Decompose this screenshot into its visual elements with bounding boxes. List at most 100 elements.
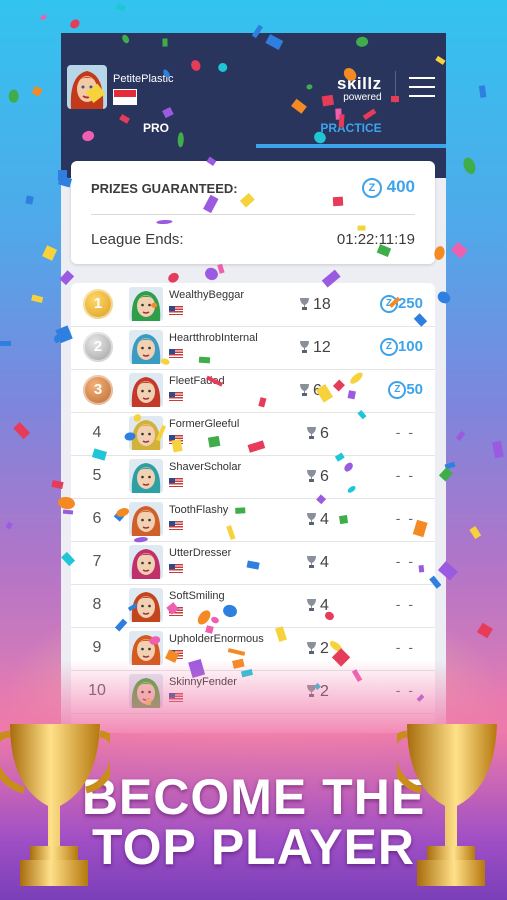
- confetti-piece: [25, 195, 34, 205]
- trophy-count-icon: [307, 427, 316, 439]
- us-flag-icon: [169, 306, 183, 315]
- prize-amount: Z 100: [379, 338, 423, 357]
- trophy-count-icon: [300, 341, 309, 353]
- confetti-piece: [62, 509, 73, 515]
- confetti-piece: [469, 526, 482, 539]
- prizes-label: PRIZES GUARANTEED:: [91, 181, 238, 196]
- confetti-piece: [451, 241, 469, 259]
- active-tab-indicator: [256, 144, 446, 148]
- confetti-piece: [332, 196, 343, 206]
- confetti-piece: [492, 440, 504, 458]
- hamburger-menu-icon[interactable]: [409, 77, 435, 97]
- confetti-piece: [321, 94, 335, 107]
- player-name: UpholderEnormous: [169, 633, 264, 645]
- us-flag-icon: [169, 564, 183, 573]
- trophy-count: 4: [320, 511, 329, 528]
- no-prize: - -: [395, 424, 415, 440]
- confetti-piece: [171, 439, 183, 453]
- prize-value: 100: [397, 338, 423, 355]
- confetti-piece: [338, 114, 345, 128]
- confetti-piece: [455, 431, 465, 442]
- league-countdown: 01:22:11:19: [336, 231, 415, 248]
- trophy-right-icon: [397, 724, 497, 886]
- leaderboard-row[interactable]: 2 HeartthrobInternal 12 Z 100: [71, 326, 435, 370]
- player-name: WealthyBeggar: [169, 289, 245, 301]
- confetti-piece: [39, 13, 49, 21]
- singapore-flag-icon: [113, 89, 137, 105]
- confetti-piece: [460, 156, 478, 176]
- gold-medal-icon: 1: [83, 289, 113, 319]
- us-flag-icon: [169, 349, 183, 358]
- no-prize: - -: [395, 639, 415, 655]
- trophy-left-icon: [0, 724, 110, 886]
- confetti-piece: [418, 564, 425, 572]
- rank-number: 4: [92, 424, 102, 441]
- trophy-count: 12: [313, 339, 331, 356]
- tab-practice[interactable]: PRACTICE: [256, 121, 446, 143]
- trophy-count-icon: [307, 513, 316, 525]
- prize-amount: Z250: [379, 295, 423, 314]
- confetti-piece: [30, 294, 44, 304]
- rank-number: 6: [92, 510, 102, 527]
- leaderboard-row[interactable]: 1 WealthyBeggar 18 Z250: [71, 283, 435, 327]
- leaderboard-row[interactable]: 3 FleetFaded 6Z50: [71, 369, 435, 413]
- z-coin-icon: Z: [388, 381, 407, 400]
- confetti-piece: [42, 245, 58, 262]
- confetti-piece: [68, 17, 81, 30]
- trophy-count-icon: [307, 556, 316, 568]
- z-coin-icon: Z: [361, 177, 382, 198]
- confetti-piece: [116, 2, 127, 12]
- trophy-count-icon: [300, 384, 309, 396]
- player-avatar[interactable]: [129, 373, 163, 407]
- app-header: PetitePlastic skillz powered PRO PRACTIC…: [61, 33, 446, 178]
- confetti-piece: [479, 84, 487, 98]
- player-name: HeartthrobInternal: [169, 332, 258, 344]
- leaderboard-row[interactable]: 5 ShaverScholar 6 - -: [71, 455, 435, 499]
- leaderboard-row[interactable]: 6 ToothFlashy 4 - -: [71, 498, 435, 542]
- prize-value: 50: [406, 381, 423, 398]
- trophy-count: 4: [320, 554, 329, 571]
- rank-number: 8: [92, 596, 102, 613]
- trophy-count-icon: [300, 298, 309, 310]
- no-prize: - -: [395, 510, 415, 526]
- player-name: SoftSmiling: [169, 590, 225, 602]
- trophy-count: 6: [320, 425, 329, 442]
- player-name: ShaverScholar: [169, 461, 242, 473]
- no-prize: - -: [395, 553, 415, 569]
- trophy-count-icon: [307, 470, 316, 482]
- prize-amount: Z 50: [388, 381, 423, 400]
- us-flag-icon: [169, 478, 183, 487]
- confetti-piece: [5, 521, 14, 530]
- confetti-piece: [207, 435, 221, 448]
- trophy-count-icon: [307, 599, 316, 611]
- player-avatar[interactable]: [129, 545, 163, 579]
- confetti-piece: [339, 515, 348, 525]
- confetti-piece: [0, 341, 11, 346]
- rank-number: 9: [92, 639, 102, 656]
- confetti-piece: [8, 89, 19, 103]
- player-name: FormerGleeful: [169, 418, 240, 430]
- prizes-amount: Z 400: [361, 177, 415, 198]
- player-avatar[interactable]: [129, 330, 163, 364]
- prize-value: 250: [397, 295, 423, 312]
- confetti-piece: [12, 422, 30, 440]
- player-name: ToothFlashy: [169, 504, 229, 516]
- confetti-piece: [357, 225, 366, 231]
- player-avatar[interactable]: [129, 287, 163, 321]
- confetti-piece: [162, 38, 168, 47]
- trophy-count: 18: [313, 296, 331, 313]
- player-avatar[interactable]: [129, 459, 163, 493]
- z-coin-icon: Z: [379, 338, 398, 357]
- user-avatar[interactable]: [67, 65, 107, 109]
- player-name: UtterDresser: [169, 547, 232, 559]
- us-flag-icon: [169, 392, 183, 401]
- rank-number: 7: [92, 553, 102, 570]
- player-avatar[interactable]: [129, 502, 163, 536]
- prizes-amount-value: 400: [386, 177, 415, 196]
- confetti-piece: [235, 507, 246, 514]
- confetti-piece: [391, 95, 400, 103]
- confetti-piece: [198, 356, 211, 364]
- card-divider: [91, 214, 415, 215]
- bronze-medal-icon: 3: [83, 375, 113, 405]
- us-flag-icon: [169, 521, 183, 530]
